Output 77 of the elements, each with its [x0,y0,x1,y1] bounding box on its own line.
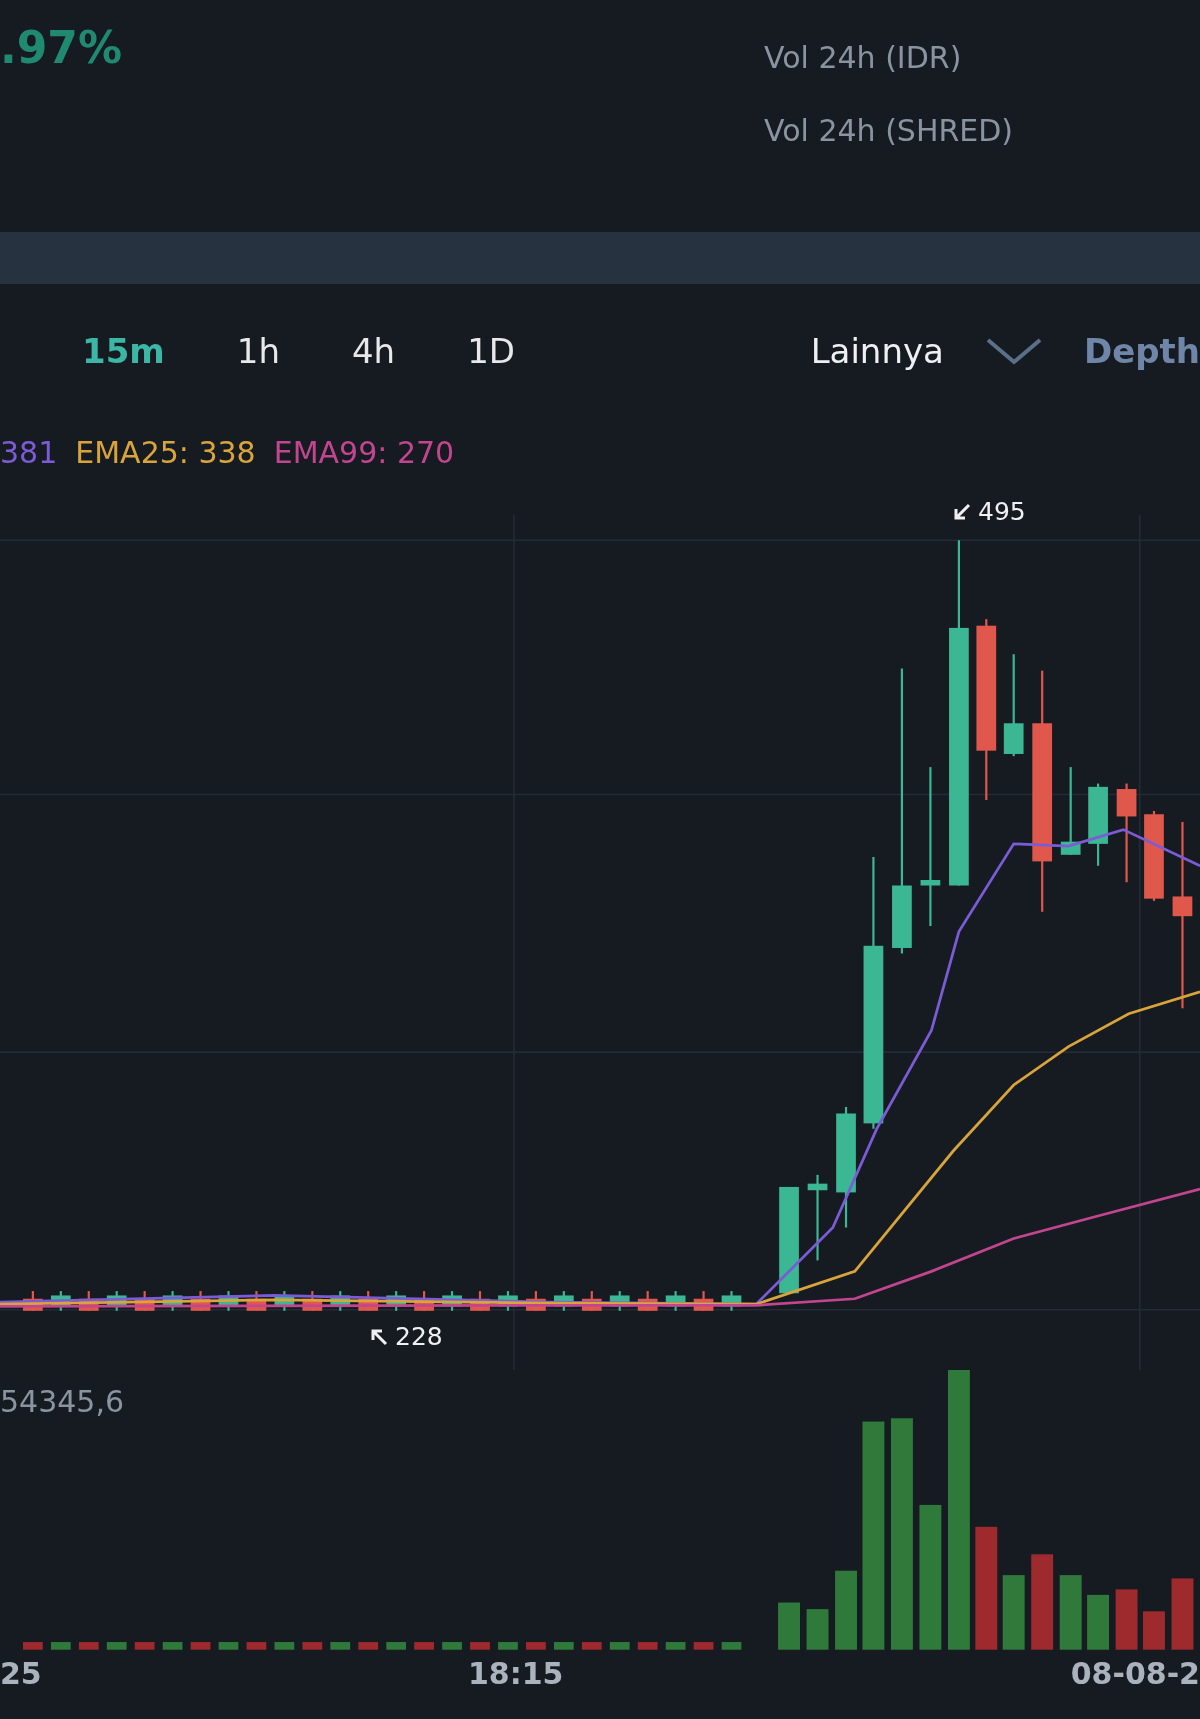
candlestick [386,1291,407,1311]
indicator-value: 381 [0,434,58,470]
candlestick [609,1291,630,1311]
candlestick [721,1291,742,1311]
candlestick [246,1291,267,1311]
volume-bar [50,1642,71,1650]
volume-bar [23,1642,43,1650]
candlestick [414,1291,434,1311]
candlestick [302,1291,323,1311]
volume-bar [581,1642,602,1650]
volume-bar [1171,1578,1194,1650]
more-dropdown[interactable]: Lainnya [810,331,1044,371]
volume-bar [693,1642,714,1650]
volume-bar [637,1642,658,1650]
candlestick [470,1291,490,1311]
candlestick [162,1291,183,1311]
volume-bar [1115,1589,1138,1650]
candlestick [358,1291,379,1311]
candlestick [78,1291,99,1311]
time-label: 18:15 [468,1655,565,1691]
volume-bar [190,1642,211,1650]
candlestick [637,1291,658,1311]
indicator-value: EMA99: 270 [273,434,455,470]
volume-bar [358,1642,379,1650]
candlestick [498,1291,518,1311]
volume-bar [470,1642,490,1650]
volume-bar [498,1642,518,1650]
price-change-percent: .97% [0,22,123,75]
candlestick [274,1291,295,1311]
candlestick [553,1291,574,1311]
candlestick [693,1291,714,1311]
candlestick [581,1291,602,1311]
candlestick [190,1291,211,1311]
volume-bar [665,1642,686,1650]
candlestick [442,1291,462,1311]
volume-bar [778,1602,800,1650]
volume-bar [553,1642,574,1650]
candlestick [218,1291,239,1311]
timeframe-tab[interactable]: 4h [351,331,396,371]
candlestick [106,1291,127,1311]
timeframe-tab[interactable]: 1h [236,331,280,371]
volume-reading: 54345,6 [0,1384,125,1419]
volume-bar [330,1642,351,1650]
volume-bar [609,1642,630,1650]
volume-bar [218,1642,239,1650]
time-label: 25 [0,1655,43,1691]
volume-bar [274,1642,295,1650]
candlestick [526,1291,546,1311]
volume-bar [526,1642,546,1650]
volume-bar [806,1609,829,1650]
volume-bar [414,1642,434,1650]
volume-bar [78,1642,99,1650]
depth-tab[interactable]: Depth [1083,331,1200,371]
stat-label: Vol 24h (SHRED) [764,113,1015,148]
volume-bar [302,1642,323,1650]
indicator-value: EMA25: 338 [75,434,256,470]
price-marker: 495 [978,497,1026,526]
timeframe-tab[interactable]: 15m [82,331,165,371]
volume-bar [721,1642,742,1650]
volume-bar [162,1642,183,1650]
volume-bar [246,1642,267,1650]
stat-label: Vol 24h (IDR) [764,40,963,75]
volume-bar [386,1642,407,1650]
price-marker: 228 [395,1322,443,1351]
volume-bar [134,1642,155,1650]
timeframe-tab[interactable]: 1D [467,331,515,371]
volume-bar [442,1642,462,1650]
arrow-icon [952,501,972,522]
candlestick [23,1291,43,1311]
time-label: 08-08-2 [1070,1655,1200,1691]
candlestick [50,1291,71,1311]
volume-bar [106,1642,127,1650]
candlestick [330,1291,351,1311]
candlestick [665,1291,686,1311]
candlestick [134,1291,155,1311]
volume-bar [1087,1594,1110,1650]
volume-bar [1143,1611,1165,1650]
